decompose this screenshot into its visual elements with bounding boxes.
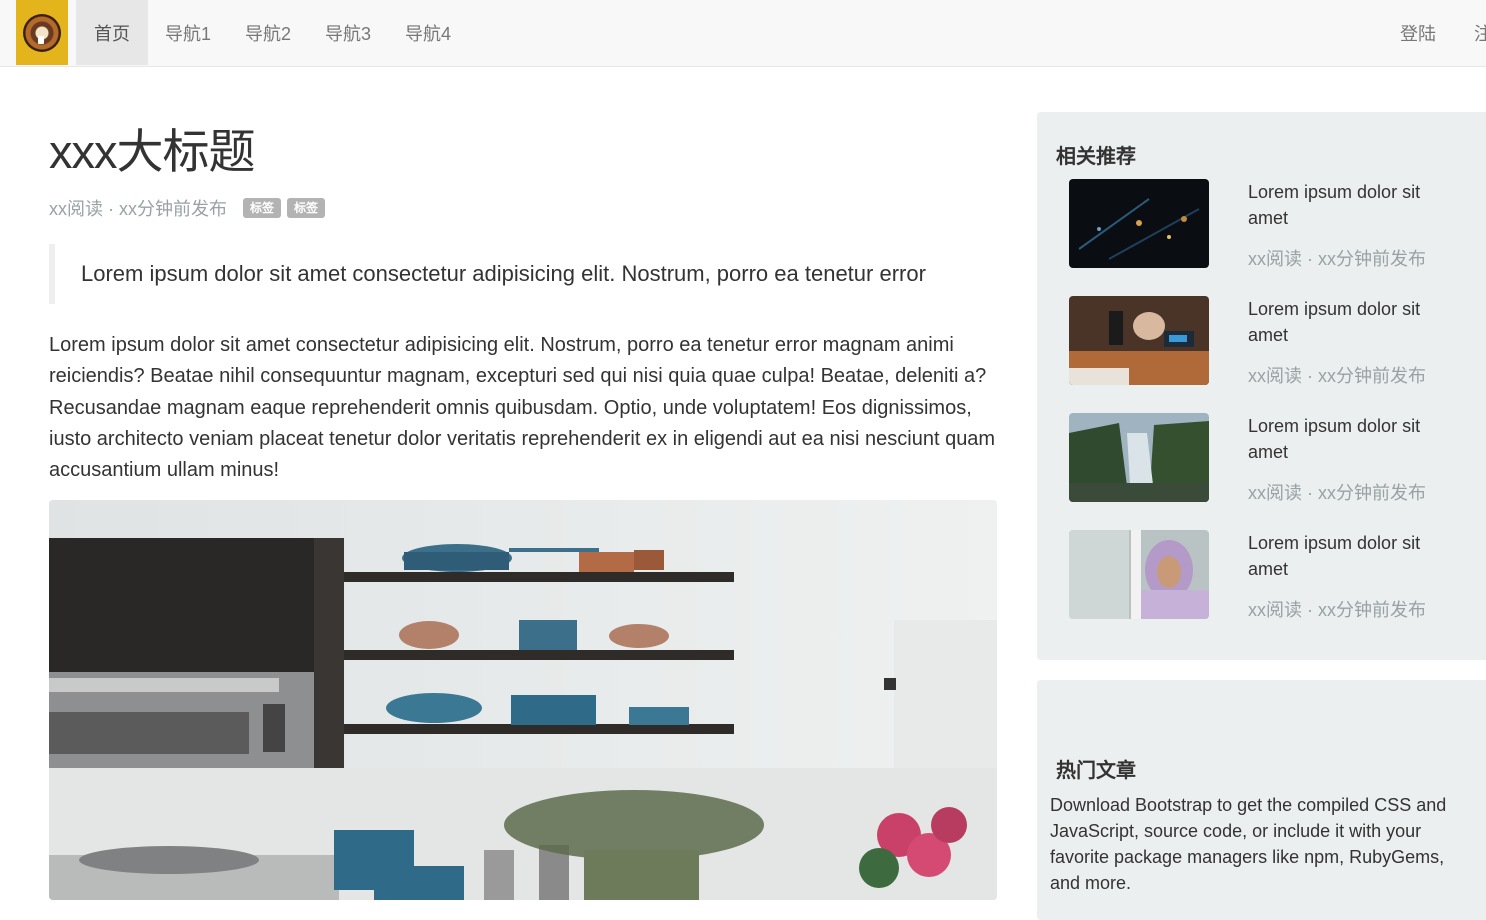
recommend-item-title[interactable]: Lorem ipsum dolor sit amet <box>1248 530 1448 582</box>
recommend-item[interactable]: Lorem ipsum dolor sit amet xx阅读 · xx分钟前发… <box>1069 413 1486 503</box>
nav-item-1[interactable]: 导航1 <box>148 0 228 65</box>
nav-item-3[interactable]: 导航3 <box>308 0 388 65</box>
nav-right: 登陆 注 <box>1381 0 1486 65</box>
nav-item-4[interactable]: 导航4 <box>388 0 468 65</box>
recommend-item-title[interactable]: Lorem ipsum dolor sit amet <box>1248 179 1448 231</box>
article-body: Lorem ipsum dolor sit amet consectetur a… <box>49 334 996 482</box>
register-link[interactable]: 注 <box>1455 0 1486 65</box>
logo-dot <box>38 36 44 44</box>
recommend-item-meta: xx阅读 · xx分钟前发布 <box>1248 249 1426 269</box>
hot-articles-title: 热门文章 <box>1056 760 1136 782</box>
hot-articles-panel: 热门文章 Download Bootstrap to get the compi… <box>1037 680 1486 920</box>
brand-logo[interactable] <box>16 0 68 65</box>
nav-item-2[interactable]: 导航2 <box>228 0 308 65</box>
article-meta: xx阅读 · xx分钟前发布 标签 标签 <box>49 195 326 221</box>
recommend-thumbnail[interactable] <box>1069 179 1209 268</box>
recommend-item-meta: xx阅读 · xx分钟前发布 <box>1248 483 1426 503</box>
recommend-title: 相关推荐 <box>1056 146 1136 168</box>
logo-ring-icon <box>23 14 61 52</box>
recommend-thumbnail[interactable] <box>1069 530 1209 619</box>
article-blockquote: Lorem ipsum dolor sit amet consectetur a… <box>49 244 997 304</box>
recommend-item-meta: xx阅读 · xx分钟前发布 <box>1248 366 1426 386</box>
kitchen-image <box>49 500 997 900</box>
hot-articles-text: Download Bootstrap to get the compiled C… <box>1050 795 1447 893</box>
recommend-item-meta: xx阅读 · xx分钟前发布 <box>1248 600 1426 620</box>
recommend-item-title[interactable]: Lorem ipsum dolor sit amet <box>1248 413 1448 465</box>
recommend-thumbnail[interactable] <box>1069 296 1209 385</box>
recommend-thumbnail[interactable] <box>1069 413 1209 502</box>
waterfall-image <box>1069 413 1209 502</box>
navbar: 首页 导航1 导航2 导航3 导航4 登陆 注 <box>0 0 1486 67</box>
tag-badge[interactable]: 标签 <box>243 198 282 218</box>
night-city-image <box>1069 179 1209 268</box>
article-title: xxx大标题 <box>49 125 255 178</box>
recommend-item[interactable]: Lorem ipsum dolor sit amet xx阅读 · xx分钟前发… <box>1069 296 1486 386</box>
tag-badge[interactable]: 标签 <box>287 198 326 218</box>
article-hero-image <box>49 500 997 900</box>
recommend-item[interactable]: Lorem ipsum dolor sit amet xx阅读 · xx分钟前发… <box>1069 530 1486 620</box>
cafe-counter-image <box>1069 296 1209 385</box>
nav-item-home[interactable]: 首页 <box>76 0 148 65</box>
login-link[interactable]: 登陆 <box>1381 0 1455 65</box>
article-meta-text: xx阅读 · xx分钟前发布 <box>49 199 227 219</box>
recommend-item-title[interactable]: Lorem ipsum dolor sit amet <box>1248 296 1448 348</box>
nav-menu: 首页 导航1 导航2 导航3 导航4 <box>76 0 468 65</box>
woman-window-image <box>1069 530 1209 619</box>
recommend-panel: 相关推荐 Lorem ipsum dolor sit amet xx阅读 · x… <box>1037 112 1486 660</box>
recommend-item[interactable]: Lorem ipsum dolor sit amet xx阅读 · xx分钟前发… <box>1069 179 1486 269</box>
